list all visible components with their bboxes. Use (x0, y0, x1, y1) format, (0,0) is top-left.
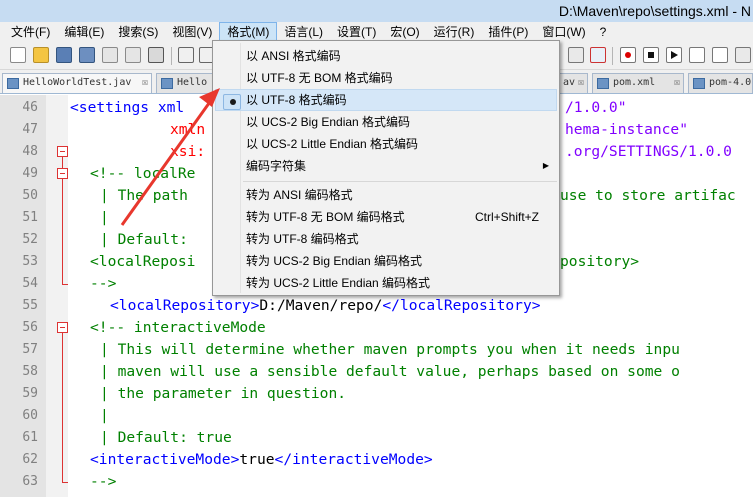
menu-view[interactable]: 视图(V) (165, 22, 219, 42)
record-macro-icon[interactable] (620, 47, 636, 63)
document-map-icon[interactable] (568, 47, 584, 63)
code-line: 60 | (0, 405, 753, 427)
code-line: 55 <localRepository>D:/Maven/repo/</loca… (0, 295, 753, 317)
menu-item-encode-utf8[interactable]: 以 UTF-8 格式编码 (215, 89, 557, 111)
open-file-icon[interactable] (33, 47, 49, 63)
code-line: 61 | Default: true (0, 427, 753, 449)
line-number: 62 (22, 452, 38, 467)
radio-checked-icon (223, 94, 241, 110)
close-file-icon[interactable] (102, 47, 118, 63)
submenu-arrow-icon: ▶ (542, 161, 549, 170)
print-icon[interactable] (148, 47, 164, 63)
save-macro-icon[interactable] (712, 47, 728, 63)
menu-format[interactable]: 格式(M) (219, 22, 278, 42)
line-number: 57 (22, 342, 38, 357)
line-number: 54 (22, 276, 38, 291)
menu-item-convert-utf8-no-bom[interactable]: 转为 UTF-8 无 BOM 编码格式 Ctrl+Shift+Z (215, 206, 557, 228)
line-number: 60 (22, 408, 38, 423)
line-number: 53 (22, 254, 38, 269)
line-number: 51 (22, 210, 38, 225)
menu-search[interactable]: 搜索(S) (111, 22, 165, 42)
tab-hello[interactable]: Hello (156, 73, 216, 93)
menu-bar: 文件(F) 编辑(E) 搜索(S) 视图(V) 格式(M) 语言(L) 设置(T… (0, 22, 753, 42)
code-line: 59 | the parameter in question. (0, 383, 753, 405)
line-number: 55 (22, 298, 38, 313)
menu-item-encode-utf8-no-bom[interactable]: 以 UTF-8 无 BOM 格式编码 (215, 67, 557, 89)
menu-item-convert-ucs2-be[interactable]: 转为 UCS-2 Big Endian 编码格式 (215, 250, 557, 272)
line-number: 52 (22, 232, 38, 247)
close-icon[interactable]: ☒ (142, 74, 148, 92)
menu-settings[interactable]: 设置(T) (330, 22, 383, 42)
menu-item-convert-ucs2-le[interactable]: 转为 UCS-2 Little Endian 编码格式 (215, 272, 557, 294)
file-icon (597, 78, 609, 89)
file-icon (693, 78, 705, 89)
cut-icon[interactable] (178, 47, 194, 63)
format-menu-dropdown: 以 ANSI 格式编码 以 UTF-8 无 BOM 格式编码 以 UTF-8 格… (212, 40, 560, 296)
line-number: 50 (22, 188, 38, 203)
menu-macro[interactable]: 宏(O) (383, 22, 426, 42)
play-multiple-icon[interactable] (689, 47, 705, 63)
tab-av[interactable]: av ☒ (558, 73, 588, 93)
line-number: 58 (22, 364, 38, 379)
new-file-icon[interactable] (10, 47, 26, 63)
line-number: 46 (22, 100, 38, 115)
code-line: 56 <!-- interactiveMode (0, 317, 753, 339)
close-icon[interactable]: ☒ (578, 74, 584, 92)
stop-macro-icon[interactable] (643, 47, 659, 63)
toolbar-separator (171, 47, 172, 65)
line-number: 49 (22, 166, 38, 181)
line-number: 61 (22, 430, 38, 445)
play-macro-icon[interactable] (666, 47, 682, 63)
menu-language[interactable]: 语言(L) (277, 22, 330, 42)
close-all-icon[interactable] (125, 47, 141, 63)
file-icon (7, 78, 19, 89)
spell-check-icon[interactable] (735, 47, 751, 63)
menu-help[interactable]: ? (593, 22, 614, 42)
line-number: 47 (22, 122, 38, 137)
menu-plugins[interactable]: 插件(P) (481, 22, 535, 42)
menu-separator (243, 181, 557, 182)
menu-edit[interactable]: 编辑(E) (57, 22, 111, 42)
line-number: 48 (22, 144, 38, 159)
menu-item-encode-ucs2-le[interactable]: 以 UCS-2 Little Endian 格式编码 (215, 133, 557, 155)
toolbar-separator (612, 47, 613, 65)
tab-helloworldtest[interactable]: HelloWorldTest.jav ☒ (2, 73, 152, 93)
file-icon (161, 78, 173, 89)
save-icon[interactable] (56, 47, 72, 63)
menu-item-encode-ansi[interactable]: 以 ANSI 格式编码 (215, 45, 557, 67)
menu-item-charset[interactable]: 编码字符集 ▶ (215, 155, 557, 177)
tab-pom-4-0-0[interactable]: pom-4.0.0 (688, 73, 753, 93)
close-icon[interactable]: ☒ (674, 74, 680, 92)
code-line: 58 | maven will use a sensible default v… (0, 361, 753, 383)
code-line: 62 <interactiveMode>true</interactiveMod… (0, 449, 753, 471)
line-number: 56 (22, 320, 38, 335)
menu-run[interactable]: 运行(R) (427, 22, 482, 42)
save-all-icon[interactable] (79, 47, 95, 63)
line-number: 63 (22, 474, 38, 489)
title-bar: D:\Maven\repo\settings.xml - N (0, 0, 753, 22)
window-title: D:\Maven\repo\settings.xml - N (558, 3, 751, 19)
menu-item-convert-utf8[interactable]: 转为 UTF-8 编码格式 (215, 228, 557, 250)
line-number: 59 (22, 386, 38, 401)
code-line: 63 --> (0, 471, 753, 493)
shortcut-label: Ctrl+Shift+Z (474, 210, 539, 224)
function-list-icon[interactable] (590, 47, 606, 63)
menu-item-convert-ansi[interactable]: 转为 ANSI 编码格式 (215, 184, 557, 206)
menu-item-encode-ucs2-be[interactable]: 以 UCS-2 Big Endian 格式编码 (215, 111, 557, 133)
menu-window[interactable]: 窗口(W) (535, 22, 592, 42)
tab-pom-xml[interactable]: pom.xml ☒ (592, 73, 684, 93)
code-line: 57 | This will determine whether maven p… (0, 339, 753, 361)
menu-file[interactable]: 文件(F) (4, 22, 57, 42)
